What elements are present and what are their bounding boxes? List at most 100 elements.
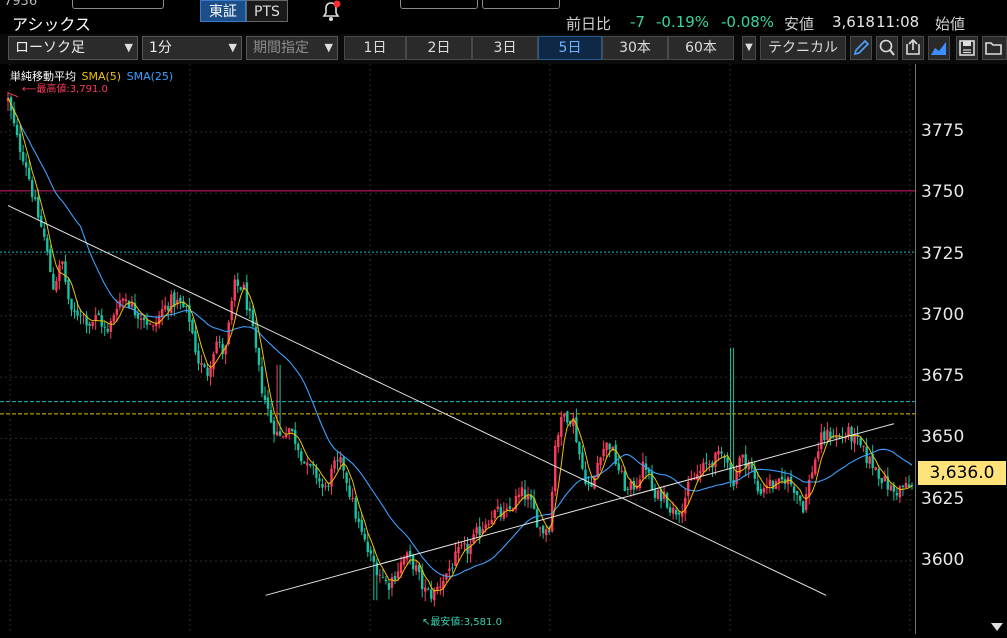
candle-body [653, 489, 657, 498]
candle [620, 465, 623, 474]
technical-button[interactable]: テクニカル [760, 36, 846, 60]
candle-body [79, 315, 82, 317]
candle-body [684, 498, 687, 514]
candle [602, 440, 605, 462]
candle-body [194, 331, 197, 353]
candle-body [820, 432, 823, 450]
candle [139, 312, 143, 330]
candle-body [399, 562, 403, 574]
candle [309, 463, 312, 468]
candles [6, 91, 914, 607]
zoom-icon[interactable] [876, 36, 898, 60]
price-tick-label: 3700 [921, 304, 965, 325]
export-icon[interactable] [902, 36, 924, 60]
candle-body [103, 326, 106, 328]
area-chart-icon[interactable] [928, 36, 950, 60]
candle-body [759, 489, 763, 494]
candle-body [142, 317, 146, 321]
candle [572, 412, 575, 434]
candle-body [333, 460, 336, 469]
pencil-icon[interactable] [850, 36, 872, 60]
candle [541, 524, 545, 539]
buy-button-cut[interactable] [400, 0, 478, 9]
candle-body [360, 519, 363, 532]
range-2d-button[interactable]: 2日 [406, 36, 472, 60]
candle [221, 337, 224, 360]
candle-body [811, 472, 814, 479]
candle-body [605, 442, 608, 451]
folder-icon[interactable] [982, 36, 1007, 60]
candle-body [599, 457, 602, 465]
candle-body [73, 310, 76, 312]
save-icon[interactable] [956, 36, 978, 60]
candle-body [608, 443, 611, 450]
candle-body [505, 508, 509, 510]
candle [674, 507, 678, 520]
tab-pts[interactable]: PTS [246, 0, 288, 22]
candle-body [266, 397, 270, 409]
candle-body [578, 441, 581, 455]
price-axis[interactable]: 3,636.0 3775 3750 3725 3700 3675 3650 3625 3600 [915, 64, 1007, 634]
candle-body [756, 480, 760, 492]
candle [699, 463, 702, 483]
candle-body [677, 512, 681, 515]
candle [777, 478, 781, 491]
period-select[interactable]: 期間指定 ▼ [246, 36, 338, 60]
tab-tse[interactable]: 東証 [200, 0, 246, 22]
trend-lines[interactable] [7, 205, 895, 596]
sell-button-cut[interactable] [482, 0, 560, 9]
candle-body [354, 498, 357, 519]
candle-body [898, 486, 902, 498]
interval-select[interactable]: 1分 ▼ [142, 36, 242, 60]
candle-body [245, 282, 249, 310]
range-5d-button[interactable]: 5日 [538, 36, 602, 60]
candle [49, 245, 52, 273]
candle [97, 310, 100, 316]
candle [599, 456, 602, 471]
candle-body [729, 462, 732, 481]
alert-bell-icon[interactable] [319, 0, 343, 22]
candle [729, 347, 732, 488]
candle [154, 316, 158, 333]
candle-body [70, 298, 73, 310]
candle-body [396, 571, 400, 579]
candle-body [868, 456, 871, 464]
candle [297, 441, 300, 458]
candle [460, 541, 463, 549]
candle-body [705, 462, 708, 464]
chart-plot[interactable] [0, 64, 915, 634]
range-3d-button[interactable]: 3日 [472, 36, 538, 60]
candle-body [674, 509, 678, 515]
candle-body [30, 180, 34, 198]
candle-body [330, 468, 333, 487]
range-60-bars-button[interactable]: 60本 [668, 36, 734, 60]
candle-body [121, 298, 125, 301]
candle-body [357, 518, 360, 522]
candle [581, 445, 584, 471]
candlestick-chart[interactable] [0, 64, 915, 634]
candle [814, 457, 817, 476]
range-1d-button[interactable]: 1日 [344, 36, 406, 60]
chart-type-select[interactable]: ローソク足 ▼ [8, 36, 138, 60]
range-more-chevron-icon[interactable]: ▼ [742, 36, 756, 60]
candle [853, 428, 856, 453]
candle [15, 119, 19, 138]
candle-body [327, 485, 330, 487]
candle [390, 573, 394, 597]
candle [103, 320, 106, 337]
candle [236, 272, 239, 294]
candle [735, 464, 738, 489]
candle-body [339, 457, 342, 463]
price-tick-label: 3750 [921, 182, 965, 203]
candle [363, 527, 366, 542]
open-label: 始値 [935, 15, 966, 33]
candle-body [626, 488, 629, 490]
range-30-bars-button[interactable]: 30本 [602, 36, 668, 60]
candle-body [668, 507, 672, 513]
candle-body [49, 249, 52, 273]
header-cut-button[interactable] [72, 0, 164, 9]
candle [454, 542, 457, 567]
candle [584, 461, 587, 486]
candle [118, 292, 122, 311]
scroll-down-icon[interactable] [990, 622, 1004, 632]
